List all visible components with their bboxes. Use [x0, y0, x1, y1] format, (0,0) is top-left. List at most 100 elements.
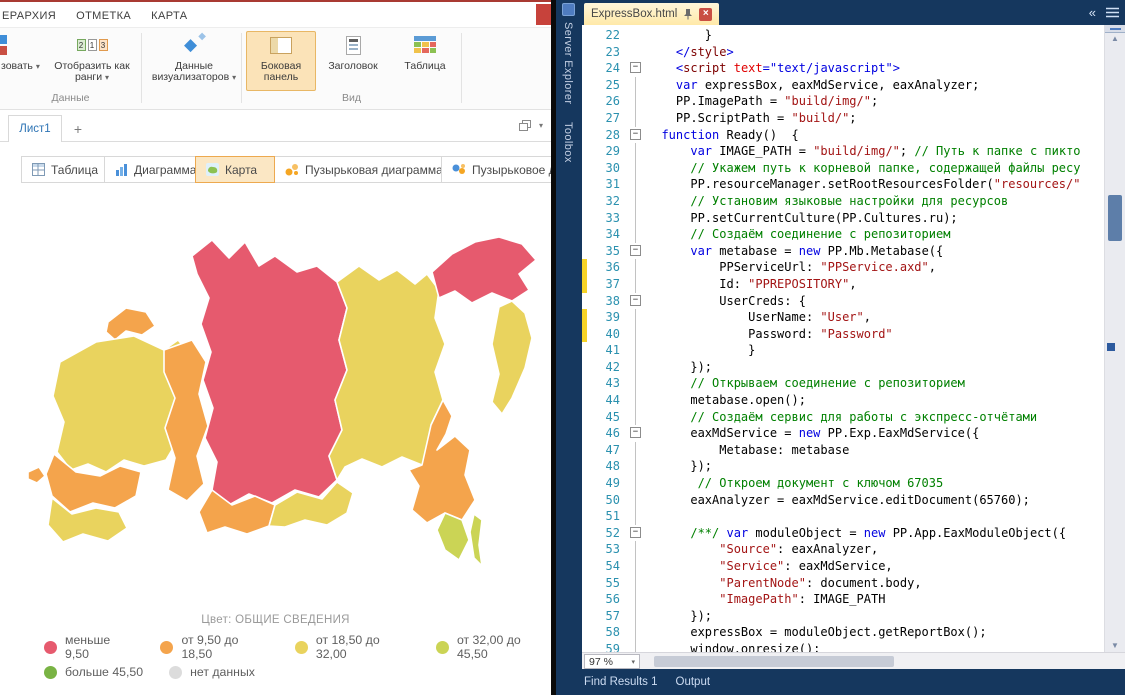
view-tab-chart[interactable]: Диаграмма	[104, 156, 196, 183]
code-line-51[interactable]: 51	[582, 508, 1104, 525]
code-text: "ImagePath": IMAGE_PATH	[644, 591, 885, 608]
pin-icon[interactable]	[683, 8, 693, 20]
code-line-55[interactable]: 55 "ParentNode": document.body,	[582, 575, 1104, 592]
sheetbar-dropdown-icon[interactable]: ▾	[539, 121, 543, 130]
code-line-31[interactable]: 31 PP.resourceManager.setRootResourcesFo…	[582, 176, 1104, 193]
zoom-control[interactable]: 97 % ▾	[584, 654, 640, 669]
code-text: eaxAnalyzer = eaxMdService.editDocument(…	[644, 492, 1030, 509]
map-region-kola[interactable]	[106, 308, 155, 340]
map-region-urals[interactable]	[164, 340, 208, 501]
vertical-scrollbar[interactable]: ▲ ▼	[1104, 25, 1125, 652]
view-tab-map[interactable]: Карта	[195, 156, 275, 183]
tool-tab-find-results[interactable]: Find Results 1	[584, 676, 658, 688]
code-line-38[interactable]: 38− UserCreds: {	[582, 293, 1104, 310]
code-line-23[interactable]: 23 </style>	[582, 44, 1104, 61]
code-line-22[interactable]: 22 }	[582, 27, 1104, 44]
code-line-56[interactable]: 56 "ImagePath": IMAGE_PATH	[582, 591, 1104, 608]
code-line-40[interactable]: 40 Password: "Password"	[582, 326, 1104, 343]
ribbon-button-side-panel[interactable]: Боковая панель	[246, 31, 316, 91]
code-line-43[interactable]: 43 // Открываем соединение с репозиторие…	[582, 375, 1104, 392]
code-line-27[interactable]: 27 PP.ScriptPath = "build/";	[582, 110, 1104, 127]
menu-item-hierarchy[interactable]: ЕРАРХИЯ	[2, 10, 56, 22]
code-line-35[interactable]: 35− var metabase = new PP.Mb.Metabase({	[582, 243, 1104, 260]
fold-guide	[627, 276, 644, 293]
ribbon-button-table[interactable]: Таблица	[394, 31, 456, 91]
view-tab-bubble-tree[interactable]: Пузырьковое де	[441, 156, 551, 183]
code-line-50[interactable]: 50 eaxAnalyzer = eaxMdService.editDocume…	[582, 492, 1104, 509]
horizontal-scrollbar-thumb[interactable]	[654, 656, 894, 667]
fold-guide	[627, 575, 644, 592]
code-line-36[interactable]: 36 PPServiceUrl: "PPService.axd",	[582, 259, 1104, 276]
code-line-46[interactable]: 46− eaxMdService = new PP.Exp.EaxMdServi…	[582, 425, 1104, 442]
view-tab-table[interactable]: Таблица	[21, 156, 105, 183]
code-line-24[interactable]: 24− <script text="text/javascript">	[582, 60, 1104, 77]
code-text: metabase.open();	[644, 392, 806, 409]
code-line-28[interactable]: 28− function Ready() {	[582, 127, 1104, 144]
code-text: <script text="text/javascript">	[644, 60, 900, 77]
fold-guide	[627, 309, 644, 326]
code-line-57[interactable]: 57 });	[582, 608, 1104, 625]
code-line-39[interactable]: 39 UserName: "User",	[582, 309, 1104, 326]
code-line-44[interactable]: 44 metabase.open();	[582, 392, 1104, 409]
menu-item-mark[interactable]: ОТМЕТКА	[76, 10, 131, 22]
code-line-48[interactable]: 48 });	[582, 458, 1104, 475]
add-sheet-button[interactable]: +	[66, 118, 90, 140]
scroll-down-icon[interactable]: ▼	[1105, 641, 1125, 650]
fold-guide	[627, 492, 644, 509]
menu-item-map[interactable]: КАРТА	[151, 10, 187, 22]
document-tab-expressbox[interactable]: ExpressBox.html ×	[584, 3, 719, 25]
code-line-47[interactable]: 47 Metabase: metabase	[582, 442, 1104, 459]
code-line-33[interactable]: 33 PP.setCurrentCulture(PP.Cultures.ru);	[582, 210, 1104, 227]
code-line-25[interactable]: 25 var expressBox, eaxMdService, eaxAnal…	[582, 77, 1104, 94]
dropdown-arrow-icon: ▾	[36, 62, 40, 71]
legend-item: от 32,00 до 45,50	[436, 633, 551, 661]
app-accent-block	[536, 4, 551, 25]
scrollbar-split-handle[interactable]	[1105, 25, 1125, 33]
code-line-42[interactable]: 42 });	[582, 359, 1104, 376]
map-region-kaliningrad[interactable]	[28, 467, 45, 483]
view-tab-bubble-chart[interactable]: Пузырьковая диаграмма	[274, 156, 442, 183]
map-region-primorye[interactable]	[437, 513, 469, 560]
fold-collapse-button[interactable]: −	[627, 525, 644, 542]
code-line-34[interactable]: 34 // Создаём соединение с репозиторием	[582, 226, 1104, 243]
code-line-59[interactable]: 59 window.onresize();	[582, 641, 1104, 652]
code-line-49[interactable]: 49 // Откроем документ с ключом 67035	[582, 475, 1104, 492]
code-line-41[interactable]: 41 }	[582, 342, 1104, 359]
close-icon[interactable]: ×	[699, 8, 712, 21]
code-line-26[interactable]: 26 PP.ImagePath = "build/img/";	[582, 93, 1104, 110]
fold-guide	[627, 558, 644, 575]
fold-collapse-button[interactable]: −	[627, 60, 644, 77]
map-region-chukotka[interactable]	[432, 237, 536, 303]
ribbon-button-data-visualizers[interactable]: ◆◆ Данные визуализаторов ▾	[146, 31, 242, 91]
fold-collapse-button[interactable]: −	[627, 127, 644, 144]
fold-collapse-button[interactable]: −	[627, 243, 644, 260]
fold-collapse-button[interactable]: −	[627, 293, 644, 310]
code-line-54[interactable]: 54 "Service": eaxMdService,	[582, 558, 1104, 575]
ribbon-button-title[interactable]: Заголовок	[320, 31, 386, 91]
code-line-30[interactable]: 30 // Укажем путь к корневой папке, соде…	[582, 160, 1104, 177]
fold-collapse-button[interactable]: −	[627, 425, 644, 442]
code-line-32[interactable]: 32 // Установим языковые настройки для р…	[582, 193, 1104, 210]
scrollbar-thumb[interactable]	[1108, 195, 1122, 241]
map-region-kamchatka[interactable]	[492, 301, 532, 414]
sheet-tab-list1[interactable]: Лист1	[8, 115, 62, 142]
ribbon-button-show-as-ranks[interactable]: 213 Отобразить как ранги ▾	[42, 31, 142, 91]
map-region-center[interactable]	[192, 240, 347, 505]
code-line-29[interactable]: 29 var IMAGE_PATH = "build/img/"; // Пут…	[582, 143, 1104, 160]
code-editor[interactable]: 22 }23 </style>24− <script text="text/ja…	[582, 25, 1104, 652]
code-line-58[interactable]: 58 expressBox = moduleObject.getReportBo…	[582, 624, 1104, 641]
collapse-tabs-icon[interactable]: «	[1089, 6, 1096, 19]
tool-tab-server-explorer[interactable]: Server Explorer	[562, 22, 574, 104]
scroll-up-icon[interactable]: ▲	[1105, 34, 1125, 43]
tool-tab-toolbox[interactable]: Toolbox	[562, 122, 574, 163]
fold-guide	[627, 392, 644, 409]
tab-list-icon[interactable]	[1106, 7, 1119, 18]
window-layout-icon[interactable]	[519, 120, 531, 131]
code-line-37[interactable]: 37 Id: "PPREPOSITORY",	[582, 276, 1104, 293]
code-line-45[interactable]: 45 // Создаём сервис для работы с экспре…	[582, 409, 1104, 426]
code-line-53[interactable]: 53 "Source": eaxAnalyzer,	[582, 541, 1104, 558]
code-text: PP.ImagePath = "build/img/";	[644, 93, 878, 110]
map-region-sakhalin[interactable]	[470, 514, 482, 566]
code-line-52[interactable]: 52− /**/ var moduleObject = new PP.App.E…	[582, 525, 1104, 542]
tool-tab-output[interactable]: Output	[676, 676, 711, 688]
